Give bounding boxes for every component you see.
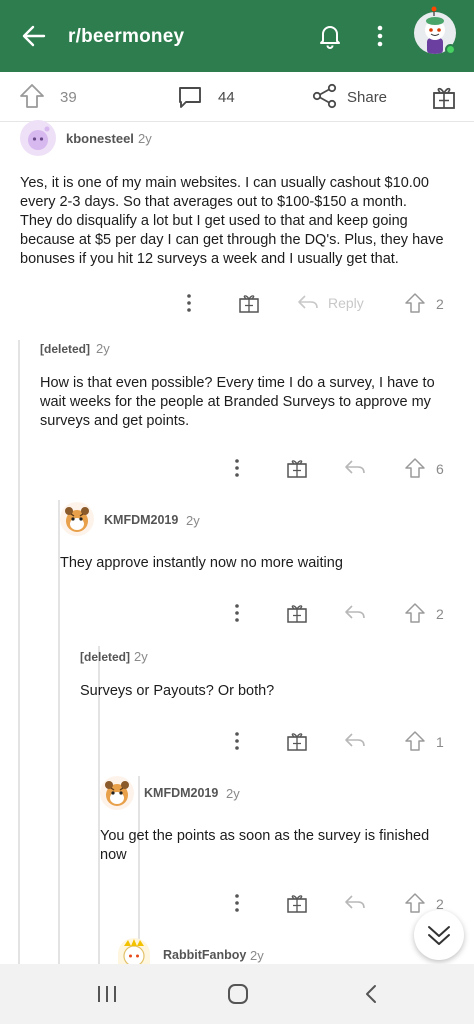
- avatar[interactable]: [118, 938, 150, 964]
- reply-label[interactable]: Reply: [328, 295, 364, 311]
- comment-body: They approve instantly now no more waiti…: [60, 555, 343, 571]
- comment-actions: 1: [0, 726, 474, 756]
- subreddit-title[interactable]: r/beermoney: [68, 26, 184, 48]
- thread-line[interactable]: [138, 776, 140, 964]
- avatar-antenna-icon: [431, 6, 437, 16]
- gift-icon[interactable]: [286, 602, 308, 624]
- upvote-icon[interactable]: [404, 602, 426, 624]
- comment-actions: 2: [0, 598, 474, 628]
- thread-line[interactable]: [18, 340, 20, 964]
- comment-author[interactable]: kbonesteel: [66, 131, 134, 146]
- comment-age: 2y: [96, 341, 110, 356]
- comment-body: Yes, it is one of my main websites. I ca…: [20, 175, 444, 267]
- reply-icon[interactable]: [344, 459, 366, 477]
- comment-score: 2: [436, 606, 444, 622]
- kebab-icon[interactable]: [230, 602, 244, 624]
- comment-age: 2y: [134, 649, 148, 664]
- comment-score: 1: [436, 734, 444, 750]
- gift-icon[interactable]: [430, 83, 458, 111]
- app-header: r/beermoney: [0, 0, 474, 72]
- comment-body: Surveys or Payouts? Or both?: [80, 683, 275, 699]
- avatar[interactable]: [100, 776, 134, 810]
- kebab-icon[interactable]: [368, 22, 392, 50]
- comment-author: [deleted]: [40, 342, 91, 356]
- tiger-avatar-icon: [65, 507, 89, 532]
- snoo-avatar-icon: [28, 126, 50, 150]
- comment-body: You get the points as soon as the survey…: [100, 828, 430, 863]
- comment-count[interactable]: 44: [218, 89, 235, 106]
- reply-icon[interactable]: [344, 732, 366, 750]
- back-arrow-icon[interactable]: [18, 20, 50, 52]
- comment-score: 2: [436, 296, 444, 312]
- kebab-icon[interactable]: [230, 730, 244, 752]
- gift-icon[interactable]: [286, 892, 308, 914]
- comment-actions: 6: [0, 453, 474, 483]
- system-nav-bar: [0, 964, 474, 1024]
- chevron-down-icon: [428, 926, 450, 945]
- reply-icon[interactable]: [344, 894, 366, 912]
- share-label[interactable]: Share: [347, 89, 387, 106]
- home-icon[interactable]: [226, 982, 250, 1006]
- upvote-icon[interactable]: [404, 292, 426, 314]
- gift-icon[interactable]: [286, 730, 308, 752]
- comment-age: 2y: [226, 786, 240, 801]
- tiger-avatar-icon: [105, 781, 129, 806]
- post-score: 39: [60, 89, 77, 106]
- comment-author[interactable]: RabbitFanboy: [163, 948, 246, 962]
- comment-author[interactable]: KMFDM2019: [144, 786, 218, 800]
- reply-icon[interactable]: [344, 604, 366, 622]
- kebab-icon[interactable]: [182, 292, 196, 314]
- comment-icon[interactable]: [176, 83, 204, 111]
- user-avatar[interactable]: [414, 6, 458, 56]
- avatar[interactable]: [60, 502, 94, 536]
- upvote-icon[interactable]: [18, 82, 46, 110]
- comment-author: [deleted]: [80, 650, 131, 664]
- nav-back-icon[interactable]: [362, 984, 380, 1004]
- comment-actions: Reply 2: [0, 288, 474, 318]
- upvote-icon[interactable]: [404, 730, 426, 752]
- post-action-bar: 39 44 Share: [0, 72, 474, 122]
- comment-age: 2y: [250, 948, 264, 963]
- comment-score: 6: [436, 461, 444, 477]
- online-status-dot: [445, 44, 456, 55]
- comment-age: 2y: [186, 513, 200, 528]
- reply-icon[interactable]: [297, 294, 319, 312]
- gift-icon[interactable]: [238, 292, 260, 314]
- comment-actions: 2: [0, 888, 474, 918]
- snoo-avatar-icon: [123, 939, 145, 964]
- recent-apps-icon[interactable]: [96, 984, 118, 1004]
- next-comment-button[interactable]: [414, 910, 464, 960]
- bell-icon[interactable]: [316, 22, 344, 50]
- kebab-icon[interactable]: [230, 457, 244, 479]
- gift-icon[interactable]: [286, 457, 308, 479]
- comment-author[interactable]: KMFDM2019: [104, 513, 178, 527]
- kebab-icon[interactable]: [230, 892, 244, 914]
- upvote-icon[interactable]: [404, 457, 426, 479]
- avatar[interactable]: [20, 120, 56, 156]
- share-icon[interactable]: [312, 83, 338, 109]
- comment-body: How is that even possible? Every time I …: [40, 375, 435, 429]
- comment-age: 2y: [138, 131, 152, 146]
